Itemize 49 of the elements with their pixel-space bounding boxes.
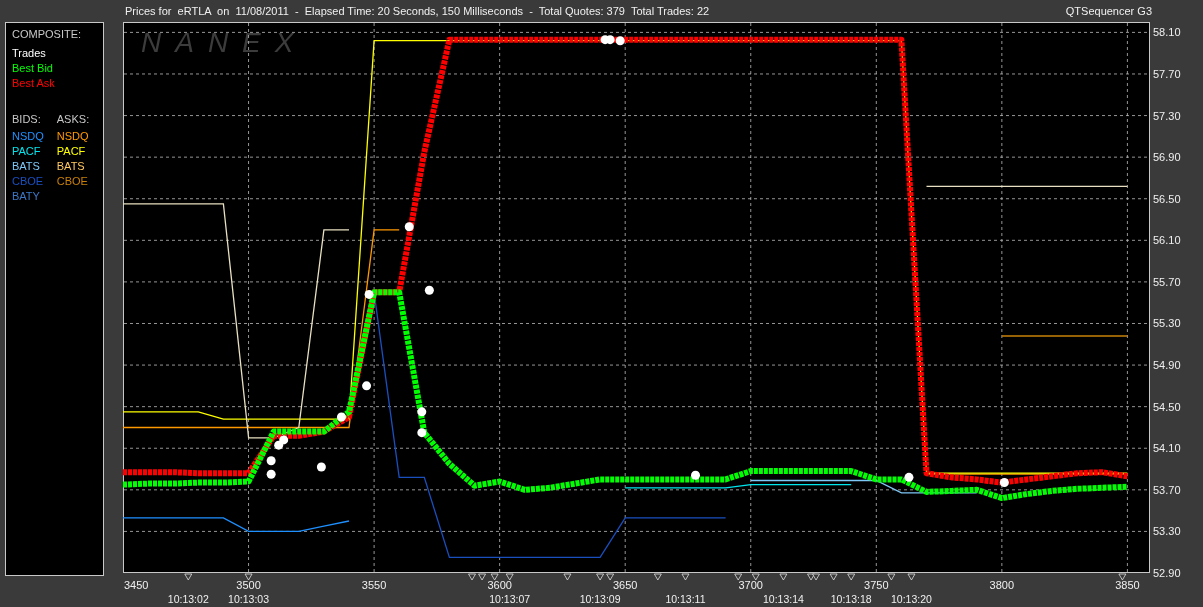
x-axis-label: 3600 xyxy=(487,579,512,591)
legend-title: COMPOSITE: xyxy=(12,28,82,40)
time-label: 10:13:11 xyxy=(665,593,706,605)
legend-item: Best Ask xyxy=(12,76,55,91)
x-axis-label: 3650 xyxy=(612,579,638,591)
x-axis-label: 3700 xyxy=(738,579,763,591)
y-axis-label: 54.90 xyxy=(1153,359,1181,372)
time-label: 10:13:18 xyxy=(830,593,872,605)
y-axis-label: 53.30 xyxy=(1153,525,1181,538)
y-axis-label: 55.30 xyxy=(1153,317,1181,330)
y-axis-label: 52.90 xyxy=(1153,567,1181,579)
time-label: 10:13:20 xyxy=(891,593,932,605)
legend-title: ASKS: xyxy=(56,113,90,125)
time-label: 10:13:07 xyxy=(489,593,531,605)
legend-item: NSDQ xyxy=(12,129,44,144)
legend-item: CBOE xyxy=(12,174,44,189)
legend-item: PACF xyxy=(12,144,41,159)
time-label: 10:13:02 xyxy=(167,593,209,605)
legend-item: BATY xyxy=(12,189,40,204)
y-axis-label: 57.30 xyxy=(1153,109,1181,122)
time-label: 10:13:09 xyxy=(579,593,621,605)
y-axis-label: 56.50 xyxy=(1153,192,1181,205)
legend-title: BIDS: xyxy=(12,113,41,125)
time-label: 10:13:03 xyxy=(228,593,269,605)
logo-watermark: NANEX xyxy=(141,27,308,58)
y-axis-label: 54.50 xyxy=(1153,400,1181,413)
y-axis-label: 57.70 xyxy=(1153,68,1181,80)
x-axis-label: 3850 xyxy=(1115,579,1140,591)
legend-item: Best Bid xyxy=(12,61,53,76)
time-label: 10:13:14 xyxy=(762,593,804,605)
y-axis-label: 54.10 xyxy=(1153,442,1181,455)
legend-item: PACF xyxy=(56,144,86,159)
legend-item: NSDQ xyxy=(56,129,89,144)
legend-item: Trades xyxy=(12,46,46,61)
x-axis-label: 3450 xyxy=(124,579,149,591)
x-axis-label: 3500 xyxy=(236,579,261,591)
legend-item: BATS xyxy=(56,159,85,174)
y-axis-label: 53.70 xyxy=(1153,483,1181,496)
y-axis-label: 56.90 xyxy=(1153,151,1181,164)
chart-title: Prices for eRTLA on 11/08/2011 - Elapsed Time: 20 Seconds, 150 Milliseconds - Total Quotes: 379 Total Trades: 22 xyxy=(125,5,710,17)
y-axis-label: 58.10 xyxy=(1153,26,1181,39)
legend-item: CBOE xyxy=(56,174,88,189)
x-axis-label: 3550 xyxy=(361,579,387,591)
y-axis-label: 55.70 xyxy=(1153,275,1181,288)
legend-item: BATS xyxy=(12,159,40,174)
x-axis-label: 3800 xyxy=(989,579,1015,591)
app-name: QTSequencer G3 xyxy=(1065,5,1152,17)
x-axis-label: 3750 xyxy=(864,579,889,591)
y-axis-label: 56.10 xyxy=(1153,234,1181,247)
